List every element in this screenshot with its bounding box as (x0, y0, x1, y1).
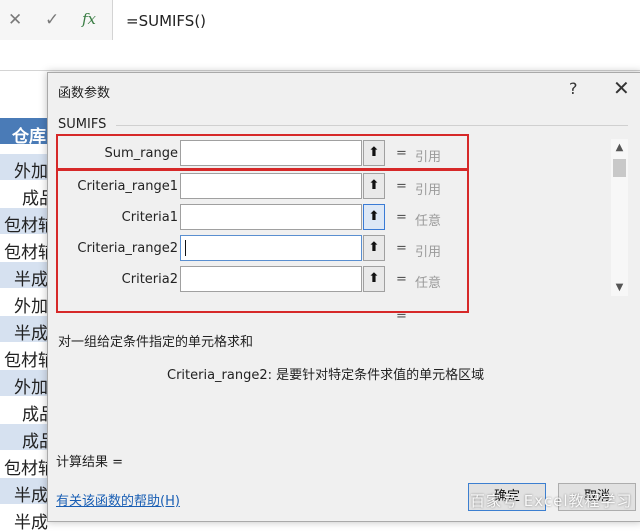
text-caret (185, 240, 186, 256)
help-icon[interactable]: ? (569, 79, 578, 98)
equals-sign: = (396, 241, 407, 256)
function-name: SUMIFS (58, 117, 107, 132)
arg-row-criteria-range1: Criteria_range1 ⬆ = 引用 (56, 172, 476, 202)
collapse-dialog-button[interactable]: ⬆ (363, 235, 385, 261)
equals-sign: = (396, 179, 407, 194)
arg-type: 任意 (415, 214, 442, 229)
scroll-up-icon[interactable]: ▲ (611, 139, 628, 156)
arg-row-criteria2: Criteria2 ⬆ = 任意 (56, 265, 476, 295)
close-icon[interactable]: ✕ (8, 10, 22, 30)
arg-row-criteria1: Criteria1 ⬆ = 任意 (56, 203, 476, 233)
function-result-equals: = (396, 309, 407, 324)
arg-label: Sum_range (104, 146, 178, 161)
formula-bar: ✕ ✓ fx =SUMIFS() (0, 0, 640, 71)
function-help-link[interactable]: 有关该函数的帮助(H) (56, 490, 180, 509)
group-divider (116, 125, 628, 126)
dialog-title: 函数参数 (58, 86, 111, 101)
arg-label: Criteria2 (121, 272, 178, 287)
equals-sign: = (396, 146, 407, 161)
arg-label: Criteria_range1 (77, 179, 178, 194)
scroll-thumb[interactable] (613, 159, 626, 177)
function-icon[interactable]: fx (82, 10, 96, 28)
criteria-range1-input[interactable] (180, 173, 362, 199)
scroll-down-icon[interactable]: ▼ (611, 279, 628, 296)
calculation-result: 计算结果 = (56, 455, 124, 470)
arg-label: Criteria_range2 (77, 241, 178, 256)
close-icon[interactable]: ✕ (613, 76, 630, 100)
arg-type: 引用 (415, 183, 442, 198)
arg-type: 任意 (415, 276, 442, 291)
criteria1-input[interactable] (180, 204, 362, 230)
function-arguments-dialog: 函数参数 ? ✕ SUMIFS Sum_range ⬆ = 引用 Criteri… (47, 72, 640, 522)
arguments-scrollbar[interactable]: ▲ ▼ (611, 139, 628, 296)
arg-label: Criteria1 (121, 210, 178, 225)
parameter-description: Criteria_range2: 是要针对特定条件求值的单元格区域 (167, 368, 485, 383)
collapse-dialog-button[interactable]: ⬆ (363, 204, 385, 230)
function-description: 对一组给定条件指定的单元格求和 (58, 335, 254, 350)
arg-row-sum-range: Sum_range ⬆ = 引用 (56, 139, 476, 169)
equals-sign: = (396, 272, 407, 287)
arg-type: 引用 (415, 245, 442, 260)
arg-type: 引用 (415, 150, 442, 165)
formula-bar-controls: ✕ ✓ fx (0, 0, 113, 40)
sum-range-input[interactable] (180, 140, 362, 166)
check-icon[interactable]: ✓ (45, 10, 59, 30)
criteria2-input[interactable] (180, 266, 362, 292)
collapse-dialog-button[interactable]: ⬆ (363, 266, 385, 292)
collapse-dialog-button[interactable]: ⬆ (363, 173, 385, 199)
formula-input[interactable]: =SUMIFS() (126, 12, 206, 30)
arg-row-criteria-range2: Criteria_range2 ⬆ = 引用 (56, 234, 476, 264)
equals-sign: = (396, 210, 407, 225)
collapse-dialog-button[interactable]: ⬆ (363, 140, 385, 166)
watermark: 百家号 Excel教程学习 (470, 492, 633, 510)
criteria-range2-input[interactable] (180, 235, 362, 261)
